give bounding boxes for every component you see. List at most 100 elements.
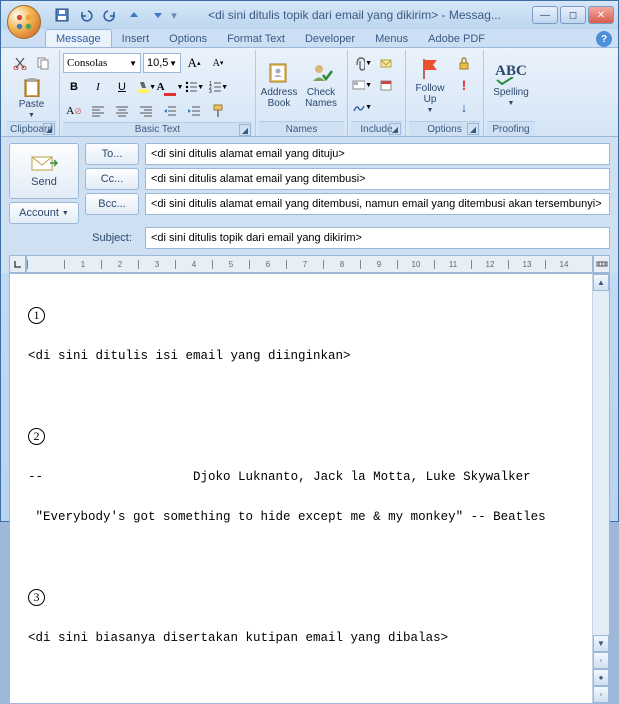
horizontal-ruler[interactable]: 1234567891011121314: [26, 255, 593, 273]
qat-undo-button[interactable]: [75, 5, 97, 25]
decrease-indent-button[interactable]: [159, 100, 181, 122]
address-book-icon: [267, 61, 291, 85]
ribbon: Paste ▼ Clipboard◢ Consolas▼ 10,5▼ A▴ A▾…: [1, 47, 618, 137]
to-field[interactable]: [145, 143, 610, 165]
group-include: ▼ ▼ ▼ Include◢: [348, 50, 406, 136]
outlook-compose-window: ▾ <di sini ditulis topik dari email yang…: [0, 0, 619, 522]
send-button[interactable]: Send: [9, 143, 79, 199]
scroll-down-button[interactable]: ▼: [593, 635, 609, 652]
spelling-icon: ABC: [495, 63, 527, 85]
bcc-button[interactable]: Bcc...: [85, 193, 139, 215]
group-label-options: Options: [427, 124, 461, 135]
qat-save-button[interactable]: [51, 5, 73, 25]
format-painter-button[interactable]: [207, 100, 229, 122]
clipboard-launcher[interactable]: ◢: [43, 123, 55, 135]
attach-item-button[interactable]: [375, 52, 397, 74]
office-button[interactable]: [7, 5, 41, 39]
bullets-button[interactable]: ▼: [183, 76, 205, 98]
low-importance-button[interactable]: ↓: [453, 96, 475, 118]
align-left-button[interactable]: [87, 100, 109, 122]
prev-page-button[interactable]: ◦: [593, 652, 609, 669]
ruler-toggle[interactable]: [593, 255, 610, 273]
tab-selector[interactable]: [9, 255, 26, 273]
spelling-button[interactable]: ABC Spelling ▼: [487, 52, 535, 118]
group-label-include: Include: [360, 124, 392, 135]
include-launcher[interactable]: ◢: [389, 123, 401, 135]
qat-next-item-button[interactable]: [147, 5, 169, 25]
spelling-label: Spelling: [493, 87, 529, 98]
minimize-button[interactable]: ―: [532, 6, 558, 24]
address-book-button[interactable]: Address Book: [259, 52, 299, 118]
follow-up-button[interactable]: Follow Up ▼: [409, 52, 451, 118]
maximize-button[interactable]: ◻: [560, 6, 586, 24]
cc-field[interactable]: [145, 168, 610, 190]
chevron-down-icon: ▼: [28, 112, 35, 119]
tab-adobe-pdf[interactable]: Adobe PDF: [418, 30, 495, 47]
group-label-basic-text: Basic Text: [135, 124, 180, 135]
cut-button[interactable]: [9, 52, 31, 74]
quick-access-toolbar: ▾: [51, 5, 177, 25]
group-options: Follow Up ▼ ! ↓ Options ◢: [406, 50, 484, 136]
message-body-editor[interactable]: 1 <di sini ditulis isi email yang diingi…: [10, 274, 592, 703]
paste-button[interactable]: Paste ▼: [12, 76, 52, 120]
grow-font-button[interactable]: A▴: [183, 52, 205, 74]
tab-options[interactable]: Options: [159, 30, 217, 47]
group-names: Address Book Check Names Names: [256, 50, 348, 136]
qat-prev-item-button[interactable]: [123, 5, 145, 25]
tab-developer[interactable]: Developer: [295, 30, 365, 47]
font-color-button[interactable]: A▼: [159, 76, 181, 98]
close-button[interactable]: ✕: [588, 6, 614, 24]
italic-button[interactable]: I: [87, 76, 109, 98]
tab-insert[interactable]: Insert: [112, 30, 160, 47]
tab-format-text[interactable]: Format Text: [217, 30, 295, 47]
browse-object-button[interactable]: ●: [593, 669, 609, 686]
vertical-scrollbar[interactable]: ▲ ▼ ◦ ● ◦: [592, 274, 609, 703]
check-names-icon: [309, 61, 333, 85]
qat-redo-button[interactable]: [99, 5, 121, 25]
highlight-button[interactable]: ▼: [135, 76, 157, 98]
help-button[interactable]: ?: [596, 31, 612, 47]
numbering-button[interactable]: 123▼: [207, 76, 229, 98]
align-center-button[interactable]: [111, 100, 133, 122]
tab-message[interactable]: Message: [45, 29, 112, 47]
options-launcher[interactable]: ◢: [467, 123, 479, 135]
subject-field[interactable]: [145, 227, 610, 249]
clear-formatting-button[interactable]: A⊘: [63, 100, 85, 122]
signature-button[interactable]: ▼: [351, 96, 373, 118]
bcc-field[interactable]: [145, 193, 610, 215]
group-clipboard: Paste ▼ Clipboard◢: [4, 50, 60, 136]
increase-indent-button[interactable]: [183, 100, 205, 122]
group-label-proofing: Proofing: [492, 124, 529, 135]
font-name-selector[interactable]: Consolas▼: [63, 53, 141, 73]
group-basic-text: Consolas▼ 10,5▼ A▴ A▾ B I U ▼ A▼ ▼ 123▼ …: [60, 50, 256, 136]
flag-icon: [419, 57, 441, 81]
ribbon-tabs: Message Insert Options Format Text Devel…: [1, 29, 618, 47]
to-button[interactable]: To...: [85, 143, 139, 165]
account-button[interactable]: Account▼: [9, 202, 79, 224]
envelope-send-icon: [30, 155, 58, 173]
business-card-button[interactable]: ▼: [351, 74, 373, 96]
window-title: <di sini ditulis topik dari email yang d…: [177, 8, 532, 22]
tab-menus[interactable]: Menus: [365, 30, 418, 47]
message-body-area: 1 <di sini ditulis isi email yang diingi…: [9, 273, 610, 704]
cc-button[interactable]: Cc...: [85, 168, 139, 190]
underline-button[interactable]: U: [111, 76, 133, 98]
next-page-button[interactable]: ◦: [593, 686, 609, 703]
scroll-up-button[interactable]: ▲: [593, 274, 609, 291]
align-right-button[interactable]: [135, 100, 157, 122]
calendar-button[interactable]: [375, 74, 397, 96]
bold-button[interactable]: B: [63, 76, 85, 98]
address-book-label: Address Book: [261, 87, 298, 109]
group-label-names: Names: [286, 124, 318, 135]
message-header: Send Account▼ To... Cc... Bcc...: [1, 137, 618, 253]
permission-button[interactable]: [453, 52, 475, 74]
attach-file-button[interactable]: ▼: [351, 52, 373, 74]
high-importance-button[interactable]: !: [453, 74, 475, 96]
font-size-selector[interactable]: 10,5▼: [143, 53, 181, 73]
svg-text:3: 3: [209, 89, 212, 94]
basic-text-launcher[interactable]: ◢: [239, 124, 251, 136]
subject-label: Subject:: [85, 232, 139, 244]
copy-button[interactable]: [32, 52, 54, 74]
check-names-button[interactable]: Check Names: [301, 52, 341, 118]
shrink-font-button[interactable]: A▾: [207, 52, 229, 74]
